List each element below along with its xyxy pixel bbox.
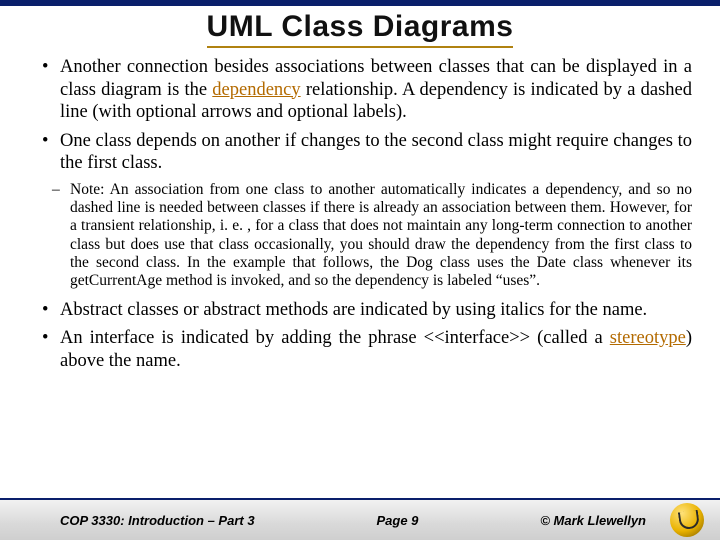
note-association: Note: An association from one class to a… <box>56 181 692 291</box>
keyword-dependency: dependency <box>212 80 300 100</box>
footer-course: COP 3330: Introduction – Part 3 <box>60 513 255 528</box>
bullet-interface: An interface is indicated by adding the … <box>46 327 692 372</box>
bullet-dependency: Another connection besides associations … <box>46 56 692 124</box>
bullet-abstract: Abstract classes or abstract methods are… <box>46 299 692 322</box>
footer-bar: COP 3330: Introduction – Part 3 Page 9 ©… <box>0 498 720 540</box>
keyword-stereotype: stereotype <box>610 328 686 348</box>
slide: UML Class Diagrams Another connection be… <box>0 0 720 540</box>
text-segment: An interface is indicated by adding the … <box>60 328 610 348</box>
sub-bullet-list: Note: An association from one class to a… <box>28 181 692 291</box>
bullet-list: Another connection besides associations … <box>28 56 692 175</box>
bullet-depends-on: One class depends on another if changes … <box>46 130 692 175</box>
ucf-logo-icon <box>670 503 704 537</box>
bullet-list-2: Abstract classes or abstract methods are… <box>28 299 692 373</box>
title-text: UML Class Diagrams <box>207 10 514 48</box>
footer-copyright: © Mark Llewellyn <box>540 513 646 528</box>
slide-title: UML Class Diagrams <box>28 10 692 48</box>
footer-page: Page 9 <box>376 513 418 528</box>
